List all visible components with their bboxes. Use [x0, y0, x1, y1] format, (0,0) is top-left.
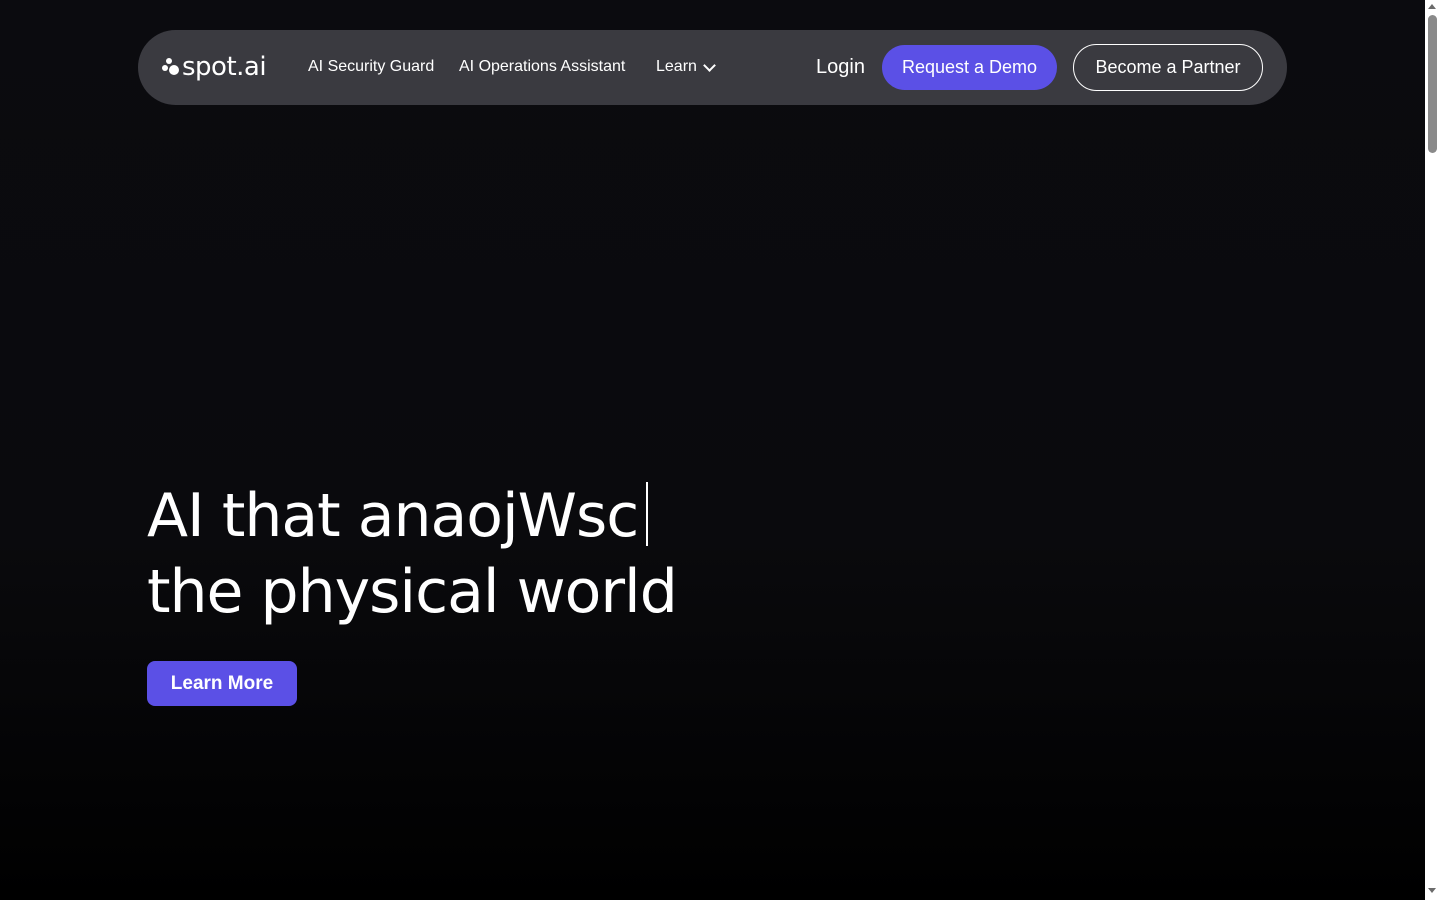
request-demo-button[interactable]: Request a Demo	[882, 45, 1057, 90]
page-scrollbar[interactable]	[1425, 0, 1440, 900]
hero-headline-line-2: the physical world	[147, 557, 678, 627]
spot-ai-logo[interactable]: spot.ai	[162, 50, 267, 84]
hero-headline-text-1: AI that anaojWsc	[147, 481, 639, 551]
nav-learn-label: Learn	[656, 58, 697, 75]
scrollbar-thumb[interactable]	[1428, 15, 1437, 153]
learn-more-button[interactable]: Learn More	[147, 661, 297, 706]
spot-dots-logo-icon	[162, 56, 180, 78]
nav-learn-dropdown[interactable]: Learn	[656, 57, 716, 77]
become-partner-button[interactable]: Become a Partner	[1073, 44, 1263, 91]
hero-headline: AI that anaojWsc the physical world	[147, 478, 678, 630]
scroll-down-arrow-icon[interactable]	[1428, 888, 1436, 893]
page: spot.ai AI Security Guard AI Operations …	[0, 0, 1425, 900]
login-link[interactable]: Login	[816, 55, 865, 79]
typing-caret	[646, 482, 649, 546]
scroll-up-arrow-icon[interactable]	[1428, 4, 1436, 9]
nav-link-ai-operations-assistant[interactable]: AI Operations Assistant	[459, 57, 625, 77]
logo-text: spot.ai	[182, 52, 267, 82]
nav-link-ai-security-guard[interactable]: AI Security Guard	[308, 57, 434, 77]
hero-headline-line-1: AI that anaojWsc	[147, 478, 677, 554]
chevron-down-icon	[703, 59, 716, 72]
top-navbar: spot.ai AI Security Guard AI Operations …	[138, 30, 1287, 105]
